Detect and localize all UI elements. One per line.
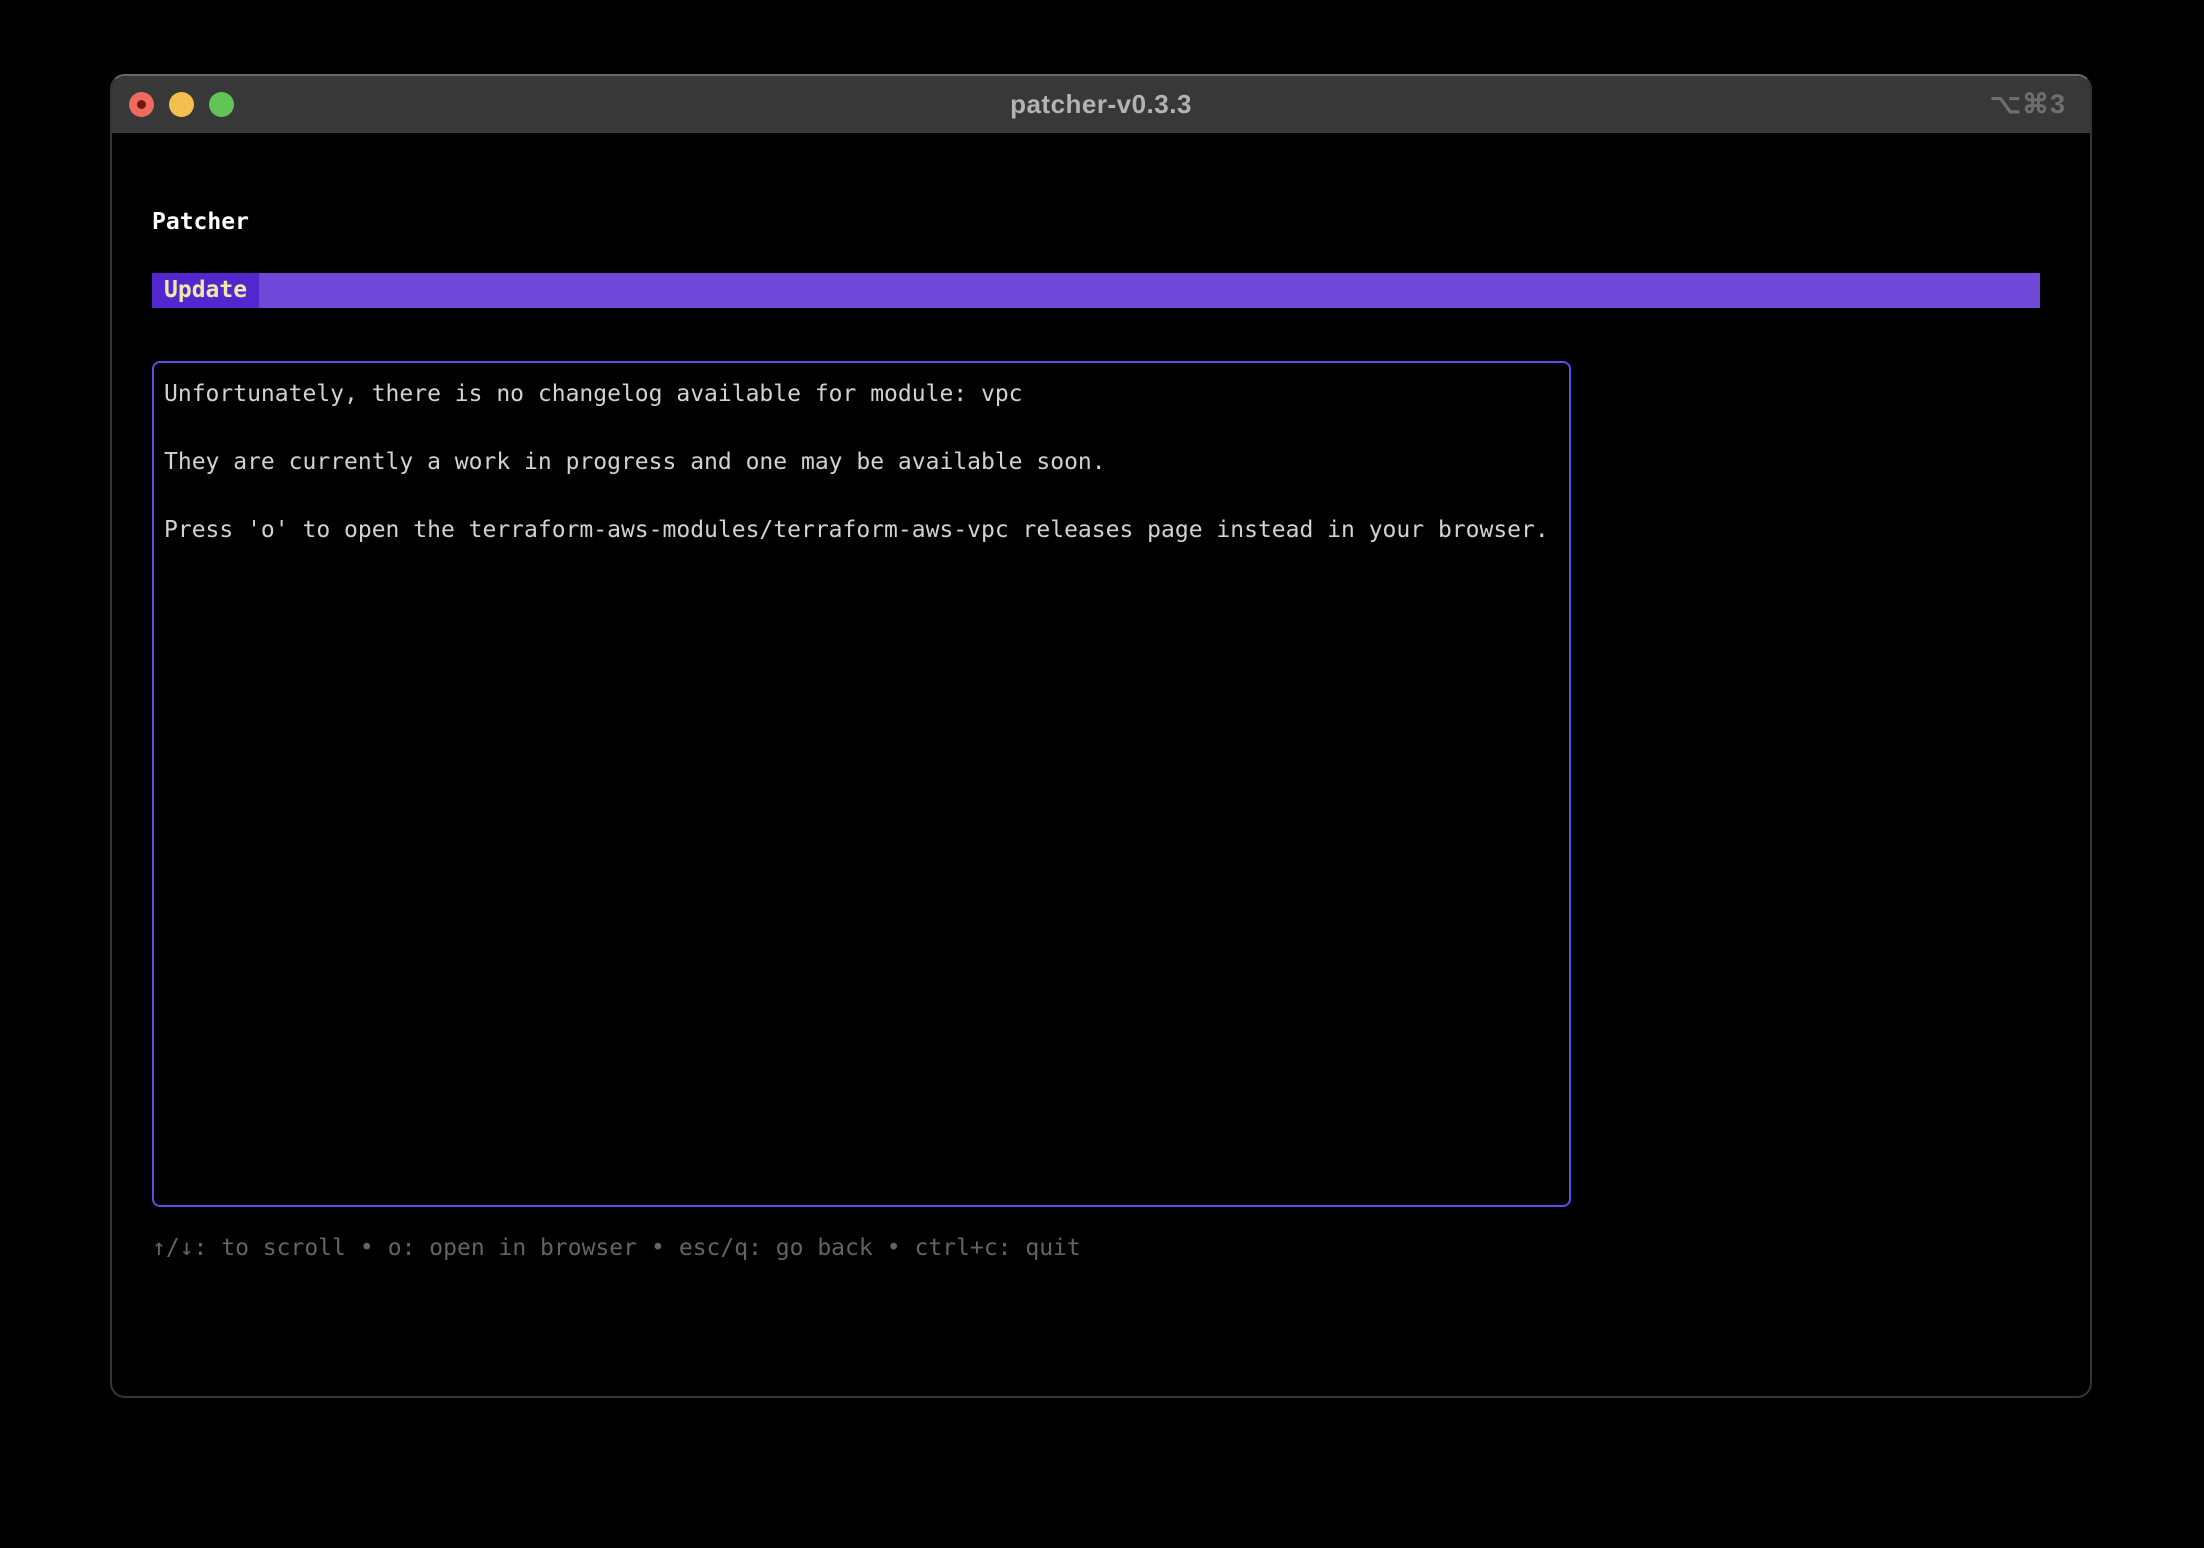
tab-update[interactable]: Update — [152, 273, 260, 308]
changelog-viewport[interactable]: Unfortunately, there is no changelog ava… — [152, 361, 1571, 1207]
help-item-open: o: open in browser — [387, 1235, 637, 1261]
help-separator: • — [359, 1235, 374, 1261]
help-separator: • — [886, 1235, 901, 1261]
help-separator: • — [650, 1235, 665, 1261]
changelog-line: Unfortunately, there is no changelog ava… — [164, 381, 1023, 407]
tab-bar-filler — [259, 273, 2040, 308]
changelog-line: Press 'o' to open the terraform-aws-modu… — [164, 517, 1549, 543]
tab-bar: Update — [152, 273, 2040, 308]
minimize-button-icon[interactable] — [169, 92, 194, 117]
zoom-button-icon[interactable] — [209, 92, 234, 117]
window-controls — [129, 76, 234, 133]
keyboard-shortcut-hint: ⌥⌘3 — [1989, 89, 2066, 119]
help-bar: ↑/↓: to scroll • o: open in browser • esc/q:… — [152, 1231, 2050, 1265]
terminal-content: Patcher Update Unfortunately, there is n… — [112, 205, 2090, 1265]
app-heading: Patcher — [152, 209, 249, 235]
window-title: patcher-v0.3.3 — [1010, 89, 1192, 119]
terminal-window: patcher-v0.3.3 ⌥⌘3 Patcher Update Unfort… — [110, 74, 2092, 1398]
help-item-quit: ctrl+c: quit — [914, 1235, 1081, 1261]
help-item-scroll: ↑/↓: to scroll — [152, 1235, 346, 1261]
changelog-line: They are currently a work in progress an… — [164, 449, 1106, 475]
titlebar[interactable]: patcher-v0.3.3 ⌥⌘3 — [112, 76, 2090, 133]
help-item-back: esc/q: go back — [678, 1235, 873, 1261]
close-button-icon[interactable] — [129, 92, 154, 117]
unsaved-indicator-dot — [137, 100, 146, 109]
